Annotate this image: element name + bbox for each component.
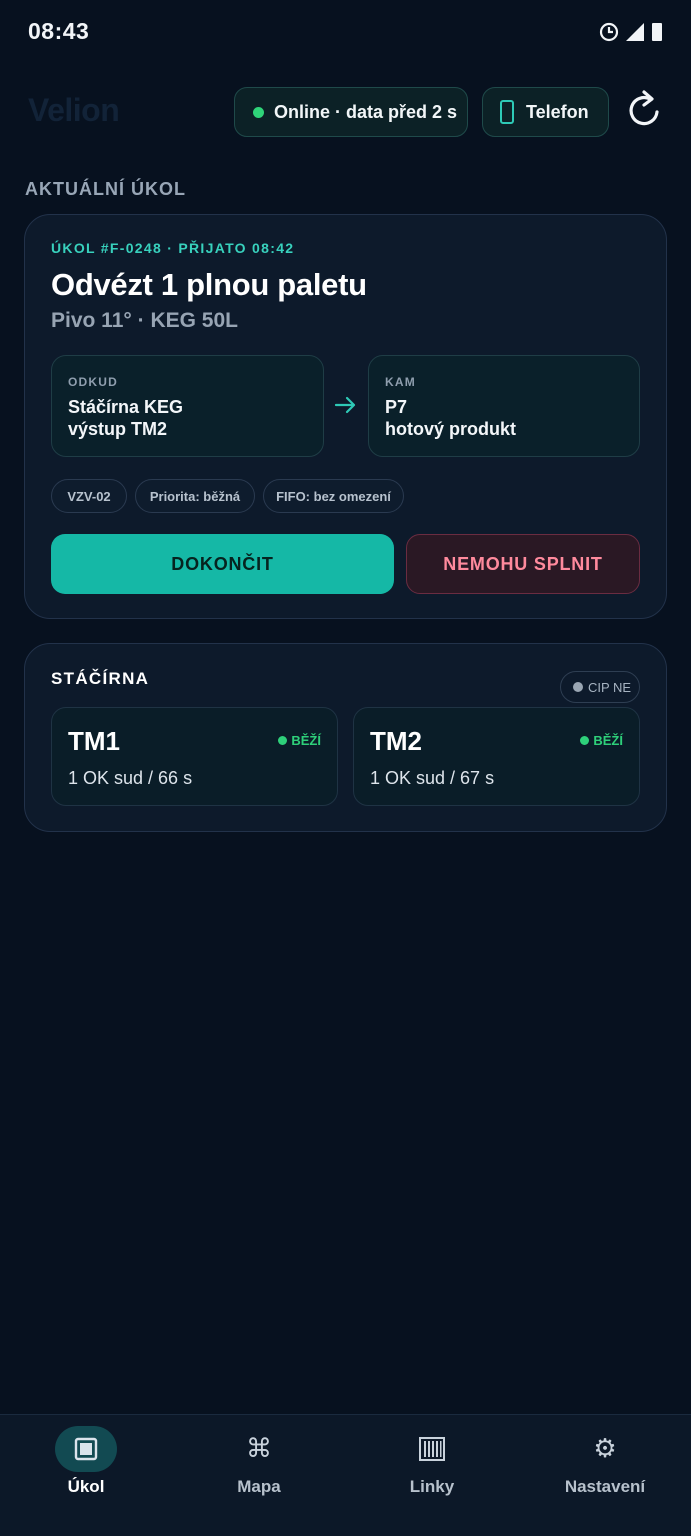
task-icon <box>74 1437 98 1461</box>
battery-icon <box>652 23 662 41</box>
machine-card-tm2[interactable]: TM2 BĚŽÍ 1 OK sud / 67 s <box>353 707 640 806</box>
status-time: 08:43 <box>28 18 90 44</box>
gear-icon: ⚙ <box>593 1434 617 1464</box>
running-dot-icon <box>580 736 590 745</box>
machine-name: TM2 <box>370 726 422 756</box>
nav-item-lines[interactable]: Linky <box>346 1415 518 1536</box>
connection-status-pill[interactable]: Online · data před 2 s <box>234 87 468 137</box>
nav-label-task: Úkol <box>67 1477 105 1496</box>
machine-stat: 1 OK sud / 66 s <box>68 768 193 788</box>
current-task-card: ÚKOL #F-0248 · PŘIJATO 08:42 Odvézt 1 pl… <box>24 214 667 619</box>
location-from-label: ODKUD <box>68 375 118 389</box>
machine-stat: 1 OK sud / 67 s <box>370 768 495 788</box>
filling-line-title: STÁČÍRNA <box>51 669 150 688</box>
refresh-icon[interactable] <box>624 88 666 132</box>
nav-item-map[interactable]: ⌘ Mapa <box>173 1415 345 1536</box>
machine-state-label: BĚŽÍ <box>593 733 623 748</box>
cip-label: CIP NE <box>588 679 632 695</box>
machine-state: BĚŽÍ <box>278 733 321 748</box>
barcode-icon <box>419 1437 445 1461</box>
nav-label-settings: Nastavení <box>564 1477 646 1496</box>
device-mode-button[interactable]: Telefon <box>482 87 609 137</box>
location-from: ODKUD Stáčírna KEG výstup TM2 <box>51 355 324 457</box>
cannot-complete-button[interactable]: NEMOHU SPLNIT <box>406 534 640 594</box>
task-title: Odvézt 1 plnou paletu <box>51 267 367 302</box>
brand-logo: Velion <box>28 92 120 128</box>
device-mode-label: Telefon <box>526 101 589 122</box>
machine-card-tm1[interactable]: TM1 BĚŽÍ 1 OK sud / 66 s <box>51 707 338 806</box>
cip-badge: CIP NE <box>560 671 640 703</box>
nav-task-icon-wrap <box>55 1426 117 1472</box>
location-from-line1: Stáčírna KEG <box>68 397 184 417</box>
nav-item-settings[interactable]: ⚙ Nastavení <box>519 1415 691 1536</box>
app-screen: 08:43 Velion Online · data před 2 s Tele… <box>0 0 691 1536</box>
nav-label-lines: Linky <box>409 1477 455 1496</box>
cip-status-dot-icon <box>573 682 583 692</box>
section-title: AKTUÁLNÍ ÚKOL <box>25 179 186 199</box>
location-to-label: KAM <box>385 375 416 389</box>
location-to-value: P7 hotový produkt <box>385 396 516 440</box>
arrow-right-icon <box>334 396 356 414</box>
nav-settings-icon-wrap: ⚙ <box>574 1426 636 1472</box>
nav-label-map: Mapa <box>237 1477 281 1496</box>
nav-map-icon-wrap: ⌘ <box>228 1426 290 1472</box>
status-icons <box>599 22 663 42</box>
location-from-line2: výstup TM2 <box>68 419 168 439</box>
phone-icon <box>500 100 514 124</box>
complete-button[interactable]: DOKONČIT <box>51 534 394 594</box>
signal-icon <box>626 23 644 41</box>
location-to: KAM P7 hotový produkt <box>368 355 640 457</box>
nav-lines-icon-wrap <box>401 1426 463 1472</box>
location-to-line1: P7 <box>385 397 408 417</box>
fifo-chip: FIFO: bez omezení <box>263 479 404 513</box>
command-icon: ⌘ <box>246 1434 272 1464</box>
priority-chip: Priorita: běžná <box>135 479 255 513</box>
location-from-value: Stáčírna KEG výstup TM2 <box>68 396 183 440</box>
nav-item-task[interactable]: Úkol <box>0 1415 172 1536</box>
machine-state: BĚŽÍ <box>580 733 623 748</box>
bottom-navigation: Úkol ⌘ Mapa Linky ⚙ Nastavení <box>0 1414 691 1536</box>
running-dot-icon <box>278 736 288 745</box>
machine-state-label: BĚŽÍ <box>291 733 321 748</box>
vehicle-chip: VZV-02 <box>51 479 127 513</box>
filling-line-card: STÁČÍRNA CIP NE TM1 BĚŽÍ 1 OK sud / 66 s… <box>24 643 667 832</box>
alarm-icon <box>599 22 619 42</box>
task-meta: ÚKOL #F-0248 · PŘIJATO 08:42 <box>51 240 295 256</box>
machine-name: TM1 <box>68 726 120 756</box>
location-to-line2: hotový produkt <box>385 419 516 439</box>
task-subtitle: Pivo 11° · KEG 50L <box>51 309 238 332</box>
online-dot-icon <box>253 106 264 118</box>
status-bar: 08:43 <box>0 0 691 64</box>
connection-status-label: Online · data před 2 s <box>274 101 458 122</box>
